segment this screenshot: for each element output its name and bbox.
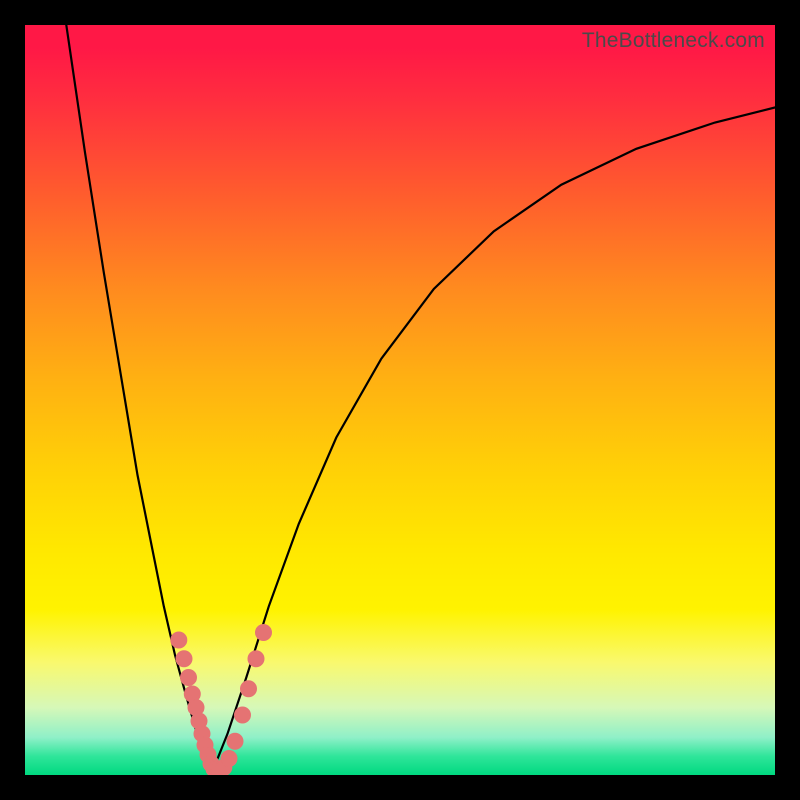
marker-dot — [221, 751, 237, 767]
curve-path — [66, 25, 775, 771]
marker-dot — [176, 651, 192, 667]
marker-dot — [227, 733, 243, 749]
curve-layer — [25, 25, 775, 775]
marker-dot — [241, 681, 257, 697]
watermark-text: TheBottleneck.com — [582, 29, 765, 53]
marker-dot — [171, 632, 187, 648]
marker-dot — [235, 707, 251, 723]
chart-frame: TheBottleneck.com — [0, 0, 800, 800]
marker-dot — [256, 625, 272, 641]
marker-dot — [248, 651, 264, 667]
marker-dot — [181, 670, 197, 686]
plot-area: TheBottleneck.com — [25, 25, 775, 775]
